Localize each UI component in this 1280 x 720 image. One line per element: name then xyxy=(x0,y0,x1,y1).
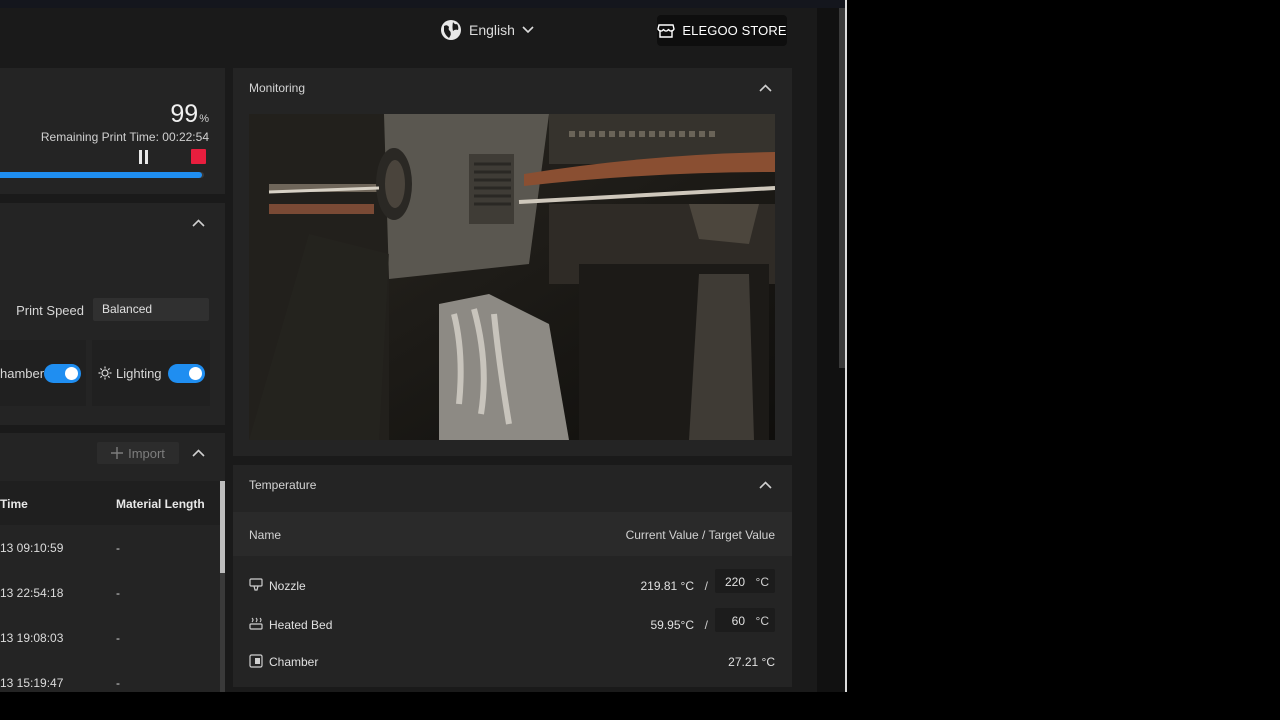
print-speed-label: Print Speed xyxy=(16,303,84,318)
progress-percent: 99% xyxy=(170,100,209,128)
app-window: English ELEGOO STORE 99% Remaining Print… xyxy=(0,0,845,692)
collapse-chevron-icon[interactable] xyxy=(191,216,205,230)
nozzle-target-input[interactable]: 220 °C xyxy=(715,569,775,593)
print-progress-panel: 99% Remaining Print Time: 00:22:54 xyxy=(0,68,225,194)
value-separator: / xyxy=(704,618,708,632)
stop-icon[interactable] xyxy=(191,149,206,164)
row-length: - xyxy=(116,676,120,690)
table-scrollbar-thumb[interactable] xyxy=(220,481,225,573)
chamber-label: hamber xyxy=(0,366,45,381)
column-header-value: Current Value / Target Value xyxy=(625,528,775,542)
store-label: ELEGOO STORE xyxy=(682,23,787,38)
language-selector[interactable]: English xyxy=(440,20,534,40)
monitoring-panel: Monitoring xyxy=(233,68,792,456)
table-row[interactable]: 13 22:54:18 - xyxy=(0,570,222,615)
import-button[interactable]: Import xyxy=(97,442,179,464)
progress-bar xyxy=(0,172,204,178)
row-length: - xyxy=(116,631,120,645)
progress-fill xyxy=(0,172,202,178)
nozzle-target-unit: °C xyxy=(755,575,769,589)
chamber-temp-label: Chamber xyxy=(269,655,319,669)
pause-icon[interactable] xyxy=(138,150,150,164)
temperature-row-nozzle: Nozzle 219.81 °C / 220 °C xyxy=(233,567,792,603)
store-icon xyxy=(657,23,676,38)
heated-bed-icon xyxy=(249,617,263,630)
table-header: Time Material Length xyxy=(0,481,225,525)
chamber-toggle[interactable] xyxy=(44,364,81,383)
nozzle-target-value: 220 xyxy=(724,575,745,589)
print-history-panel: Import Time Material Length 13 09:10:59 … xyxy=(0,433,225,692)
table-row[interactable]: 13 15:19:47 - xyxy=(0,660,222,692)
column-header-time: Time xyxy=(0,497,28,511)
heated-bed-target-unit: °C xyxy=(755,614,769,628)
row-length: - xyxy=(116,586,120,600)
temperature-row-heated-bed: Heated Bed 59.95°C / 60 °C xyxy=(233,606,792,642)
temperature-table-header: Name Current Value / Target Value xyxy=(233,512,792,556)
globe-icon xyxy=(441,20,461,40)
camera-feed xyxy=(249,114,775,440)
row-time: 13 09:10:59 xyxy=(0,541,64,555)
collapse-chevron-icon[interactable] xyxy=(191,446,205,460)
lighting-toggle-card: Lighting xyxy=(92,340,210,406)
chamber-current: 27.21 °C xyxy=(728,655,775,669)
temperature-title: Temperature xyxy=(249,478,317,492)
print-speed-select[interactable]: Balanced xyxy=(93,298,209,321)
remaining-time: Remaining Print Time: 00:22:54 xyxy=(40,130,209,144)
row-time: 13 19:08:03 xyxy=(0,631,64,645)
collapse-chevron-icon[interactable] xyxy=(758,81,772,95)
table-row[interactable]: 13 09:10:59 - xyxy=(0,525,222,570)
elegoo-store-button[interactable]: ELEGOO STORE xyxy=(657,15,787,46)
temperature-panel: Temperature Name Current Value / Target … xyxy=(233,465,792,687)
import-label: Import xyxy=(128,445,165,461)
column-header-name: Name xyxy=(249,528,282,542)
column-header-material-length: Material Length xyxy=(116,497,205,511)
table-row[interactable]: 13 19:08:03 - xyxy=(0,615,222,660)
chevron-down-icon xyxy=(522,26,534,34)
chamber-toggle-card: hamber xyxy=(0,340,86,406)
value-separator: / xyxy=(704,579,708,593)
language-label: English xyxy=(469,22,515,38)
row-time: 13 22:54:18 xyxy=(0,586,64,600)
lighting-toggle[interactable] xyxy=(168,364,205,383)
heated-bed-target-value: 60 xyxy=(731,614,745,628)
print-controls-panel: Print Speed Balanced hamber Lighting xyxy=(0,203,225,425)
chamber-icon xyxy=(249,654,263,668)
lighting-label: Lighting xyxy=(116,366,162,381)
table-scrollbar[interactable] xyxy=(220,481,225,692)
heated-bed-current: 59.95°C xyxy=(650,618,695,632)
row-time: 13 15:19:47 xyxy=(0,676,64,690)
temperature-row-chamber: Chamber 27.21 °C xyxy=(233,643,792,679)
heated-bed-label: Heated Bed xyxy=(269,618,333,632)
heated-bed-target-input[interactable]: 60 °C xyxy=(715,608,775,632)
nozzle-label: Nozzle xyxy=(269,579,306,593)
collapse-chevron-icon[interactable] xyxy=(758,478,772,492)
window-edge xyxy=(845,0,847,692)
nozzle-icon xyxy=(249,578,263,591)
sun-icon xyxy=(98,366,112,380)
plus-icon xyxy=(111,447,124,459)
row-length: - xyxy=(116,541,120,555)
top-strip xyxy=(0,0,845,8)
nozzle-current: 219.81 °C xyxy=(640,579,694,593)
monitoring-title: Monitoring xyxy=(249,81,306,95)
